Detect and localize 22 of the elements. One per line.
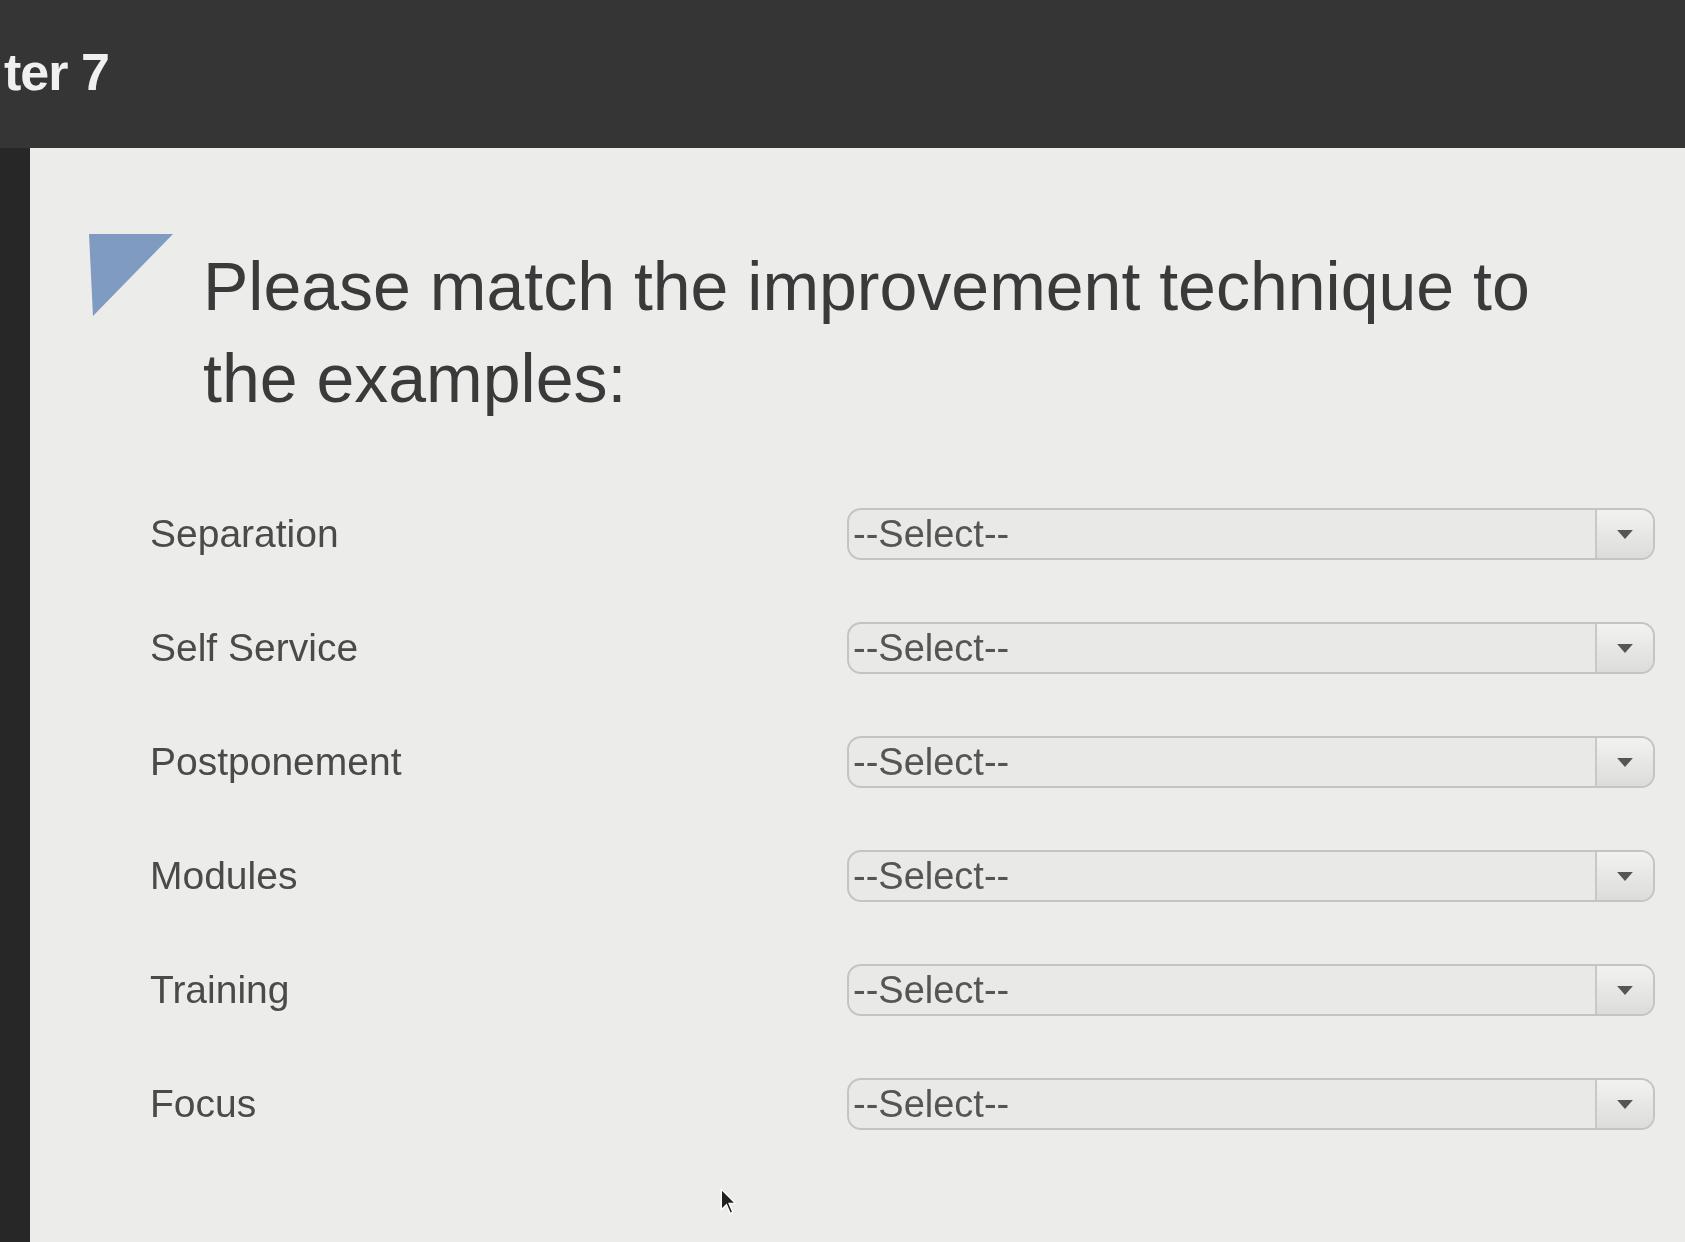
cursor-icon	[720, 1188, 738, 1216]
caret-icon	[1617, 1099, 1633, 1109]
select-dropdown[interactable]: --Select--	[847, 622, 1655, 674]
select-dropdown[interactable]: --Select--	[847, 508, 1655, 560]
caret-icon	[1617, 643, 1633, 653]
caret-icon	[1617, 757, 1633, 767]
term-label: Training	[150, 968, 290, 1012]
select-dropdown[interactable]: --Select--	[847, 1078, 1655, 1130]
term-label: Self Service	[150, 626, 359, 670]
term-label: Separation	[150, 512, 339, 556]
triangle-icon	[89, 234, 173, 316]
select-dropdown[interactable]: --Select--	[847, 964, 1655, 1016]
select-dropdown[interactable]: --Select--	[847, 736, 1655, 788]
select-dropdown[interactable]: --Select--	[847, 850, 1655, 902]
caret-icon	[1617, 529, 1633, 539]
caret-icon	[1617, 985, 1633, 995]
term-label: Modules	[150, 854, 298, 898]
chapter-title: ter 7	[3, 42, 109, 102]
term-label: Focus	[150, 1082, 257, 1126]
term-label: Postponement	[150, 740, 402, 784]
question-text: Please match the improvement technique to the examples:	[203, 247, 1531, 418]
caret-icon	[1617, 871, 1633, 881]
